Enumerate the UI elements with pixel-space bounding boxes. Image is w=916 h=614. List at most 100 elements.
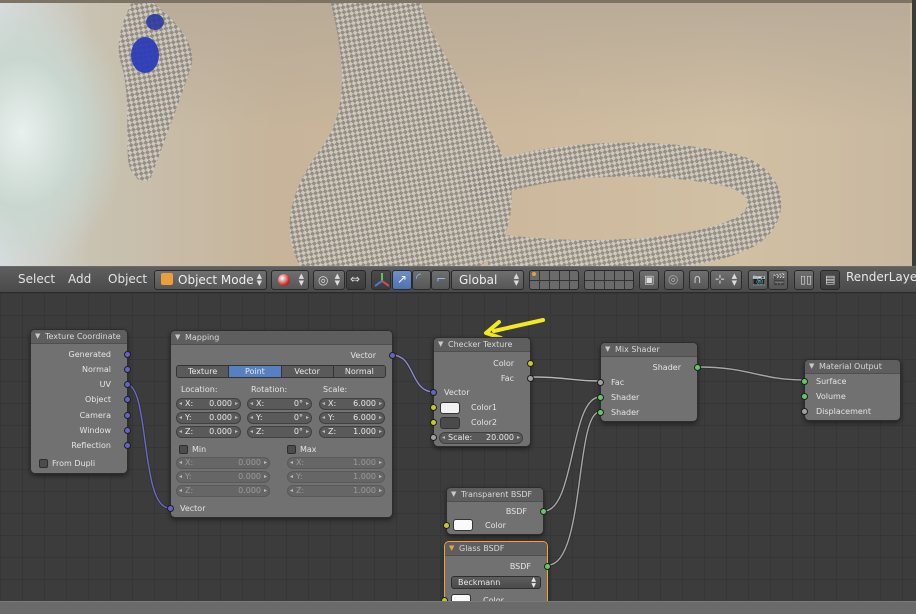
collapse-triangle-icon[interactable]: ▼ [449,542,454,555]
increment-arrow-icon[interactable]: ▸ [379,458,382,468]
lock-layers-button[interactable]: ▣ [639,270,659,290]
proportional-edit-button[interactable]: ◎ [664,270,684,290]
color1-swatch[interactable] [440,402,460,414]
location-x-field[interactable]: ◂ X: 0.000 ▸ [176,398,241,410]
socket-fac-out[interactable] [527,375,534,382]
collapse-triangle-icon[interactable]: ▼ [438,338,443,351]
increment-arrow-icon[interactable]: ▸ [306,399,309,409]
snap-element-selector[interactable]: ⊹ ▲ ▼ [710,270,742,290]
from-dupli-checkbox[interactable] [39,459,48,468]
decrement-arrow-icon[interactable]: ◂ [179,399,182,409]
node-mapping[interactable]: ▼ Mapping Vector Texture Point Vector No… [167,330,396,518]
scale-z-field[interactable]: ◂ Z: 1.000 ▸ [319,426,385,438]
menu-select[interactable]: Select [18,272,55,286]
snap-toggle[interactable]: ∩ [689,270,709,290]
menu-add[interactable]: Add [68,272,91,286]
decrement-arrow-icon[interactable]: ◂ [179,486,182,496]
checker-scale-field[interactable]: ◂ Scale: 20.000 ▸ [439,432,523,444]
socket-color2-in[interactable] [430,419,437,426]
socket-vector-in[interactable] [430,389,437,396]
node-header[interactable]: ▼ Mapping [171,331,392,345]
render-animation-button[interactable]: 🎬 [768,270,788,290]
viewport-shading-selector[interactable]: ▲ ▼ [271,270,309,290]
socket-shader-in-2[interactable] [597,409,604,416]
max-x-field[interactable]: ◂ X: 1.000 ▸ [287,457,385,469]
increment-arrow-icon[interactable]: ▸ [306,413,309,423]
rotation-z-field[interactable]: ◂ Z: 0° ▸ [247,426,312,438]
decrement-arrow-icon[interactable]: ◂ [179,427,182,437]
socket-normal[interactable] [124,366,131,373]
decrement-arrow-icon[interactable]: ◂ [179,413,182,423]
socket-displacement-in[interactable] [801,408,808,415]
translate-manipulator[interactable]: ↗ [392,270,412,290]
3d-viewport[interactable] [0,0,916,266]
increment-arrow-icon[interactable]: ▸ [235,399,238,409]
increment-arrow-icon[interactable]: ▸ [379,472,382,482]
node-texture-coordinate[interactable]: ▼ Texture Coordinate Generated Normal UV… [30,329,131,474]
min-z-field[interactable]: ◂ Z: 0.000 ▸ [176,485,270,497]
socket-generated[interactable] [124,351,131,358]
render-layer-label[interactable]: RenderLayer [846,270,916,284]
decrement-arrow-icon[interactable]: ◂ [322,399,325,409]
increment-arrow-icon[interactable]: ▸ [517,433,520,443]
render-layer-icon-button[interactable]: ▤ [820,270,840,290]
socket-camera[interactable] [124,412,131,419]
rotation-x-field[interactable]: ◂ X: 0° ▸ [247,398,312,410]
decrement-arrow-icon[interactable]: ◂ [442,433,445,443]
collapse-triangle-icon[interactable]: ▼ [175,331,180,344]
increment-arrow-icon[interactable]: ▸ [235,427,238,437]
socket-reflection[interactable] [124,442,131,449]
transform-orientation-selector[interactable]: Global ▲ ▼ [451,270,524,290]
node-mix-shader[interactable]: ▼ Mix Shader Shader Fac Shader Shader [597,342,701,422]
increment-arrow-icon[interactable]: ▸ [306,427,309,437]
node-header[interactable]: ▼ Material Output [805,360,900,374]
socket-uv[interactable] [124,381,131,388]
socket-surface-in[interactable] [801,378,808,385]
increment-arrow-icon[interactable]: ▸ [264,458,267,468]
socket-fac-in[interactable] [597,379,604,386]
socket-bsdf-out[interactable] [544,563,551,570]
rotate-manipulator[interactable]: ◜ [412,270,431,290]
menu-object[interactable]: Object [108,272,147,286]
node-header[interactable]: ▼ Checker Texture [434,338,530,352]
scale-manipulator[interactable]: ⌐ [431,270,450,290]
increment-arrow-icon[interactable]: ▸ [379,427,382,437]
decrement-arrow-icon[interactable]: ◂ [290,486,293,496]
max-checkbox[interactable] [287,445,296,454]
decrement-arrow-icon[interactable]: ◂ [250,427,253,437]
socket-color-in[interactable] [443,522,450,529]
socket-bsdf-out[interactable] [540,508,547,515]
location-y-field[interactable]: ◂ Y: 0.000 ▸ [176,412,241,424]
decrement-arrow-icon[interactable]: ◂ [322,427,325,437]
node-glass-bsdf[interactable]: ▼ Glass BSDF BSDF Beckmann ▲▼ Color [441,541,551,607]
socket-scale-in[interactable] [430,434,437,441]
socket-vector-out[interactable] [389,352,396,359]
tab-vector[interactable]: Vector [281,366,334,377]
min-checkbox[interactable] [179,445,188,454]
increment-arrow-icon[interactable]: ▸ [379,399,382,409]
node-transparent-bsdf[interactable]: ▼ Transparent BSDF BSDF Color [443,487,547,535]
manipulator-toggle[interactable]: ⇔ [346,270,366,290]
pause-button[interactable]: ▯▯ [794,270,814,290]
socket-object[interactable] [124,396,131,403]
decrement-arrow-icon[interactable]: ◂ [250,399,253,409]
node-header[interactable]: ▼ Transparent BSDF [447,488,543,502]
increment-arrow-icon[interactable]: ▸ [235,413,238,423]
scale-x-field[interactable]: ◂ X: 6.000 ▸ [319,398,385,410]
location-z-field[interactable]: ◂ Z: 0.000 ▸ [176,426,241,438]
socket-color1-in[interactable] [430,404,437,411]
scene-layers-1[interactable] [529,270,579,290]
node-checker-texture[interactable]: ▼ Checker Texture Color Fac Vector Color… [430,337,534,447]
max-z-field[interactable]: ◂ Z: 1.000 ▸ [287,485,385,497]
collapse-triangle-icon[interactable]: ▼ [809,360,814,373]
decrement-arrow-icon[interactable]: ◂ [179,472,182,482]
tab-normal[interactable]: Normal [333,366,385,377]
node-material-output[interactable]: ▼ Material Output Surface Volume Displac… [801,359,901,421]
socket-shader-in-1[interactable] [597,394,604,401]
max-y-field[interactable]: ◂ Y: 1.000 ▸ [287,471,385,483]
increment-arrow-icon[interactable]: ▸ [379,486,382,496]
scale-y-field[interactable]: ◂ Y: 6.000 ▸ [319,412,385,424]
distribution-dropdown[interactable]: Beckmann ▲ ▼ [451,576,541,589]
collapse-triangle-icon[interactable]: ▼ [605,343,610,356]
socket-color-out[interactable] [527,360,534,367]
